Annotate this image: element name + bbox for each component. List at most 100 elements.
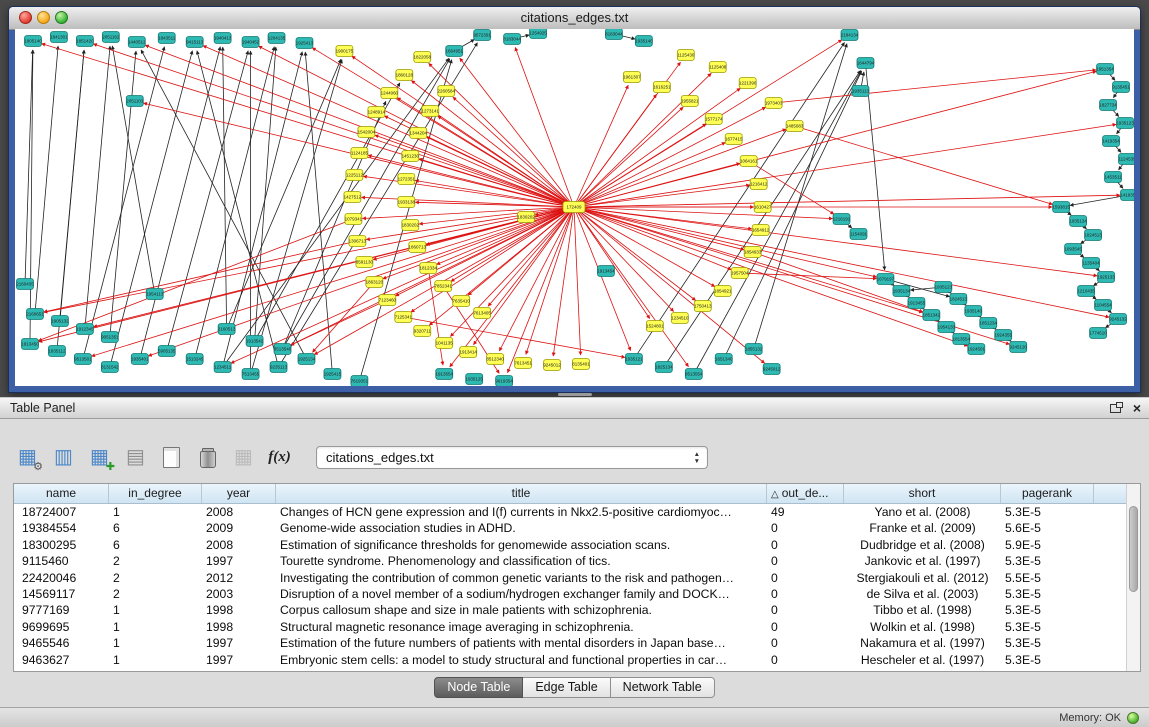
graph-node[interactable]: 1221390: [739, 78, 757, 89]
graph-node[interactable]: 1822058: [414, 52, 432, 63]
graph-node[interactable]: 1843511: [158, 33, 176, 44]
graph-node[interactable]: 1830202: [402, 220, 420, 231]
network-graph[interactable]: 1724091822058186012812440601248914154200…: [15, 29, 1134, 386]
graph-node[interactable]: 9572391: [473, 30, 491, 41]
column-header-title[interactable]: title: [276, 484, 767, 503]
graph-node[interactable]: 9513554: [685, 369, 703, 380]
graph-node[interactable]: 1954113: [146, 289, 164, 300]
graph-node[interactable]: 1835112: [48, 346, 66, 357]
graph-node[interactable]: 1961307: [623, 72, 641, 83]
graph-node[interactable]: 1940452: [242, 37, 260, 48]
graph-node[interactable]: 1935401: [131, 354, 149, 365]
column-header-short[interactable]: short: [844, 484, 1001, 503]
tab-edge-table[interactable]: Edge Table: [523, 677, 610, 698]
graph-node[interactable]: 1913414: [459, 347, 477, 358]
graph-node[interactable]: 1951354: [1096, 64, 1114, 75]
graph-node[interactable]: 1419354: [1102, 136, 1120, 147]
graph-node[interactable]: 9619354: [495, 376, 513, 387]
graph-node[interactable]: 1513245: [186, 354, 204, 365]
graph-node[interactable]: 1824513: [1084, 230, 1102, 241]
graph-node[interactable]: 1935121: [625, 354, 643, 365]
graph-node[interactable]: 1851234: [980, 318, 998, 329]
network-canvas[interactable]: 1724091822058186012812440601248914154200…: [15, 29, 1134, 386]
graph-node[interactable]: 1244060: [381, 88, 399, 99]
graph-node[interactable]: 2051162: [102, 32, 120, 43]
graph-node[interactable]: 1204135: [268, 33, 286, 44]
graph-node[interactable]: 1427512: [344, 192, 362, 203]
graph-node[interactable]: 5905135: [158, 346, 176, 357]
graph-node[interactable]: 1104554: [1095, 300, 1113, 311]
graph-node[interactable]: 1955821: [681, 96, 699, 107]
table-row[interactable]: 2242004622012Investigating the contribut…: [14, 570, 1140, 586]
graph-node[interactable]: 1827734: [1099, 100, 1117, 111]
graph-node[interactable]: 1679197: [877, 274, 895, 285]
graph-node[interactable]: 1913450: [21, 339, 39, 350]
table-options-icon[interactable]: ▦⚙: [14, 444, 41, 471]
graph-node[interactable]: 9245012: [543, 360, 561, 371]
graph-node[interactable]: 1900175: [336, 46, 354, 57]
graph-node[interactable]: 1234510: [671, 313, 689, 324]
graph-node[interactable]: 9135451: [1112, 82, 1130, 93]
graph-node[interactable]: 1064161: [740, 156, 758, 167]
tab-node-table[interactable]: Node Table: [434, 677, 523, 698]
graph-node[interactable]: 1079341: [345, 214, 363, 225]
graph-node[interactable]: 7513455: [242, 369, 260, 380]
graph-node[interactable]: 2160435: [16, 279, 34, 290]
graph-node[interactable]: 1925134: [298, 354, 316, 365]
graph-node[interactable]: 9245132: [1109, 314, 1127, 325]
table-row[interactable]: 969969511998Structural magnetic resonanc…: [14, 619, 1140, 635]
scrollbar-thumb[interactable]: [1129, 506, 1138, 592]
graph-node[interactable]: 2184134: [841, 30, 859, 41]
graph-node[interactable]: 1855132: [745, 344, 763, 355]
graph-node[interactable]: 1651340: [715, 354, 733, 365]
graph-node[interactable]: 9245120: [1009, 342, 1027, 353]
window-close-button[interactable]: [19, 11, 32, 24]
graph-node[interactable]: 1677415: [725, 134, 743, 145]
graph-node[interactable]: 1453511: [1104, 172, 1122, 183]
tab-network-table[interactable]: Network Table: [611, 677, 715, 698]
graph-node[interactable]: 7852341: [435, 281, 453, 292]
graph-node[interactable]: 1954133: [938, 322, 956, 333]
graph-node[interactable]: 9513501: [74, 354, 92, 365]
graph-node[interactable]: 1451230: [402, 151, 420, 162]
graph-node[interactable]: 8131542: [101, 362, 119, 373]
graph-node[interactable]: 8183044: [503, 34, 521, 45]
graph-node[interactable]: 1863120: [366, 277, 384, 288]
graph-node[interactable]: 1825134: [655, 362, 673, 373]
table-row[interactable]: 1830029562008Estimation of significance …: [14, 537, 1140, 553]
graph-node[interactable]: 8512340: [486, 354, 504, 365]
delete-table-icon[interactable]: [194, 444, 221, 471]
row-options-icon[interactable]: ▤: [122, 444, 149, 471]
graph-node[interactable]: 1851420: [76, 36, 94, 47]
graph-node[interactable]: 2160513: [218, 324, 236, 335]
graph-node[interactable]: 1935140: [965, 306, 983, 317]
graph-node[interactable]: 1925133: [1097, 272, 1115, 283]
graph-node[interactable]: 1154091: [850, 229, 868, 240]
graph-node[interactable]: 9415113: [186, 37, 204, 48]
graph-node[interactable]: 1935123: [935, 282, 953, 293]
graph-node[interactable]: 1344204: [410, 128, 428, 139]
graph-node[interactable]: 1616251: [653, 82, 671, 93]
graph-node[interactable]: 1485083: [786, 121, 804, 132]
function-builder-icon[interactable]: f(x): [266, 444, 293, 471]
graph-node[interactable]: 1913554: [436, 369, 454, 380]
graph-node[interactable]: 8591130: [356, 257, 374, 268]
graph-node[interactable]: 1913542: [246, 336, 264, 347]
graph-node[interactable]: 1940413: [214, 33, 232, 44]
graph-node[interactable]: 8183044: [605, 29, 623, 40]
network-selector[interactable]: citations_edges.txt ▲▼: [316, 446, 708, 469]
graph-node[interactable]: 1664951: [445, 46, 463, 57]
graph-node[interactable]: 1913455: [908, 298, 926, 309]
graph-node[interactable]: 1644794: [857, 58, 875, 69]
graph-node[interactable]: 1774510: [1089, 328, 1107, 339]
graph-node[interactable]: 1854933: [744, 247, 762, 258]
graph-node[interactable]: 1124535: [1118, 154, 1134, 165]
graph-node[interactable]: 1860128: [396, 70, 414, 81]
graph-node[interactable]: 1125408: [709, 62, 727, 73]
graph-node[interactable]: 1824513: [950, 294, 968, 305]
float-panel-icon[interactable]: [1110, 404, 1121, 413]
table-scrollbar[interactable]: [1126, 484, 1140, 671]
graph-node[interactable]: 2051103: [126, 96, 144, 107]
graph-node[interactable]: 1225112: [346, 170, 364, 181]
column-header-in_degree[interactable]: in_degree: [109, 484, 202, 503]
